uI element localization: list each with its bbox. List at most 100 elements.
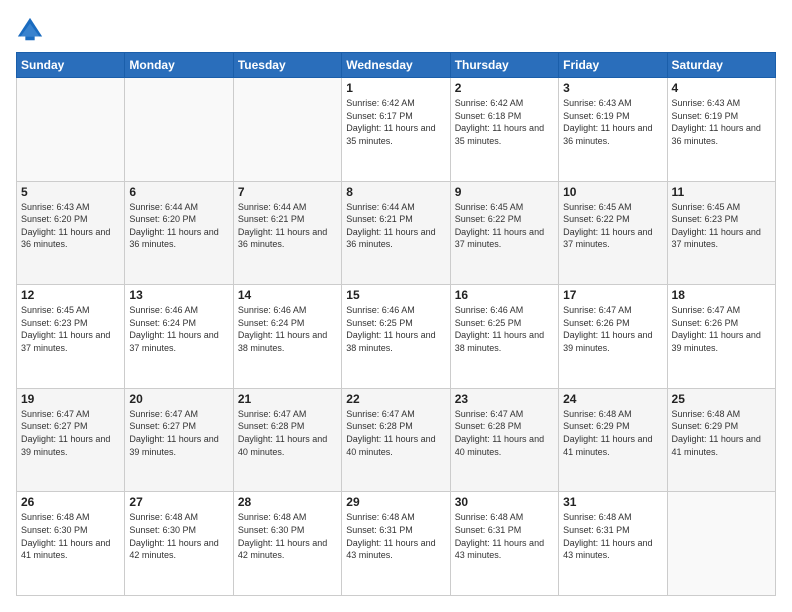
day-cell-23: 23 Sunrise: 6:47 AMSunset: 6:28 PMDayligh… [450,388,558,492]
day-number: 7 [238,185,337,199]
calendar-table: SundayMondayTuesdayWednesdayThursdayFrid… [16,52,776,596]
day-info: Sunrise: 6:48 AMSunset: 6:29 PMDaylight:… [672,408,771,458]
day-info: Sunrise: 6:46 AMSunset: 6:24 PMDaylight:… [129,304,228,354]
day-number: 26 [21,495,120,509]
day-info: Sunrise: 6:46 AMSunset: 6:25 PMDaylight:… [346,304,445,354]
empty-cell [667,492,775,596]
day-number: 23 [455,392,554,406]
day-number: 16 [455,288,554,302]
day-info: Sunrise: 6:48 AMSunset: 6:31 PMDaylight:… [346,511,445,561]
day-cell-14: 14 Sunrise: 6:46 AMSunset: 6:24 PMDayligh… [233,285,341,389]
day-info: Sunrise: 6:45 AMSunset: 6:22 PMDaylight:… [563,201,662,251]
day-info: Sunrise: 6:42 AMSunset: 6:18 PMDaylight:… [455,97,554,147]
day-cell-5: 5 Sunrise: 6:43 AMSunset: 6:20 PMDaylight… [17,181,125,285]
day-cell-15: 15 Sunrise: 6:46 AMSunset: 6:25 PMDayligh… [342,285,450,389]
day-cell-9: 9Sunrise: 6:45 AMSunset: 6:22 PMDaylight… [450,181,558,285]
day-info: Sunrise: 6:44 AMSunset: 6:21 PMDaylight:… [238,201,337,251]
day-number: 20 [129,392,228,406]
day-cell-4: 4Sunrise: 6:43 AMSunset: 6:19 PMDaylight… [667,78,775,182]
day-number: 13 [129,288,228,302]
weekday-header-monday: Monday [125,53,233,78]
day-info: Sunrise: 6:47 AMSunset: 6:28 PMDaylight:… [238,408,337,458]
day-cell-31: 31Sunrise: 6:48 AMSunset: 6:31 PMDayligh… [559,492,667,596]
day-number: 14 [238,288,337,302]
day-number: 2 [455,81,554,95]
day-cell-10: 10 Sunrise: 6:45 AMSunset: 6:22 PMDayligh… [559,181,667,285]
weekday-header-tuesday: Tuesday [233,53,341,78]
day-info: Sunrise: 6:48 AMSunset: 6:31 PMDaylight:… [455,511,554,561]
day-number: 12 [21,288,120,302]
weekday-header-saturday: Saturday [667,53,775,78]
week-row-3: 12 Sunrise: 6:45 AMSunset: 6:23 PMDayligh… [17,285,776,389]
logo [16,16,46,44]
day-cell-13: 13 Sunrise: 6:46 AMSunset: 6:24 PMDayligh… [125,285,233,389]
day-cell-20: 20 Sunrise: 6:47 AMSunset: 6:27 PMDayligh… [125,388,233,492]
day-number: 15 [346,288,445,302]
day-info: Sunrise: 6:47 AMSunset: 6:28 PMDaylight:… [346,408,445,458]
day-cell-22: 22 Sunrise: 6:47 AMSunset: 6:28 PMDayligh… [342,388,450,492]
day-number: 25 [672,392,771,406]
day-info: Sunrise: 6:47 AMSunset: 6:26 PMDaylight:… [563,304,662,354]
day-info: Sunrise: 6:45 AMSunset: 6:23 PMDaylight:… [672,201,771,251]
day-number: 29 [346,495,445,509]
day-cell-28: 28 Sunrise: 6:48 AMSunset: 6:30 PMDayligh… [233,492,341,596]
day-cell-21: 21Sunrise: 6:47 AMSunset: 6:28 PMDayligh… [233,388,341,492]
day-cell-11: 11 Sunrise: 6:45 AMSunset: 6:23 PMDayligh… [667,181,775,285]
day-info: Sunrise: 6:48 AMSunset: 6:30 PMDaylight:… [129,511,228,561]
day-number: 11 [672,185,771,199]
day-cell-6: 6 Sunrise: 6:44 AMSunset: 6:20 PMDaylight… [125,181,233,285]
day-cell-25: 25 Sunrise: 6:48 AMSunset: 6:29 PMDayligh… [667,388,775,492]
weekday-header-wednesday: Wednesday [342,53,450,78]
day-number: 28 [238,495,337,509]
day-info: Sunrise: 6:42 AMSunset: 6:17 PMDaylight:… [346,97,445,147]
empty-cell [125,78,233,182]
day-number: 6 [129,185,228,199]
day-cell-27: 27 Sunrise: 6:48 AMSunset: 6:30 PMDayligh… [125,492,233,596]
day-number: 22 [346,392,445,406]
day-info: Sunrise: 6:44 AMSunset: 6:21 PMDaylight:… [346,201,445,251]
day-number: 8 [346,185,445,199]
logo-icon [16,16,44,44]
day-info: Sunrise: 6:46 AMSunset: 6:24 PMDaylight:… [238,304,337,354]
day-cell-30: 30Sunrise: 6:48 AMSunset: 6:31 PMDayligh… [450,492,558,596]
day-number: 3 [563,81,662,95]
week-row-2: 5 Sunrise: 6:43 AMSunset: 6:20 PMDaylight… [17,181,776,285]
day-number: 5 [21,185,120,199]
day-info: Sunrise: 6:47 AMSunset: 6:28 PMDaylight:… [455,408,554,458]
day-number: 19 [21,392,120,406]
empty-cell [17,78,125,182]
weekday-header-sunday: Sunday [17,53,125,78]
weekday-header-friday: Friday [559,53,667,78]
day-number: 10 [563,185,662,199]
day-info: Sunrise: 6:47 AMSunset: 6:27 PMDaylight:… [129,408,228,458]
weekday-header-thursday: Thursday [450,53,558,78]
day-number: 17 [563,288,662,302]
day-cell-8: 8 Sunrise: 6:44 AMSunset: 6:21 PMDaylight… [342,181,450,285]
day-number: 24 [563,392,662,406]
day-number: 27 [129,495,228,509]
day-info: Sunrise: 6:48 AMSunset: 6:29 PMDaylight:… [563,408,662,458]
day-cell-26: 26 Sunrise: 6:48 AMSunset: 6:30 PMDayligh… [17,492,125,596]
day-cell-16: 16Sunrise: 6:46 AMSunset: 6:25 PMDayligh… [450,285,558,389]
day-info: Sunrise: 6:47 AMSunset: 6:26 PMDaylight:… [672,304,771,354]
day-info: Sunrise: 6:48 AMSunset: 6:30 PMDaylight:… [21,511,120,561]
week-row-1: 1Sunrise: 6:42 AMSunset: 6:17 PMDaylight… [17,78,776,182]
day-cell-24: 24 Sunrise: 6:48 AMSunset: 6:29 PMDayligh… [559,388,667,492]
day-info: Sunrise: 6:44 AMSunset: 6:20 PMDaylight:… [129,201,228,251]
day-cell-1: 1Sunrise: 6:42 AMSunset: 6:17 PMDaylight… [342,78,450,182]
day-info: Sunrise: 6:48 AMSunset: 6:31 PMDaylight:… [563,511,662,561]
day-cell-7: 7 Sunrise: 6:44 AMSunset: 6:21 PMDaylight… [233,181,341,285]
day-cell-17: 17 Sunrise: 6:47 AMSunset: 6:26 PMDayligh… [559,285,667,389]
day-info: Sunrise: 6:43 AMSunset: 6:20 PMDaylight:… [21,201,120,251]
day-info: Sunrise: 6:48 AMSunset: 6:30 PMDaylight:… [238,511,337,561]
week-row-5: 26 Sunrise: 6:48 AMSunset: 6:30 PMDayligh… [17,492,776,596]
day-info: Sunrise: 6:45 AMSunset: 6:23 PMDaylight:… [21,304,120,354]
day-cell-29: 29 Sunrise: 6:48 AMSunset: 6:31 PMDayligh… [342,492,450,596]
day-info: Sunrise: 6:47 AMSunset: 6:27 PMDaylight:… [21,408,120,458]
week-row-4: 19 Sunrise: 6:47 AMSunset: 6:27 PMDayligh… [17,388,776,492]
page: SundayMondayTuesdayWednesdayThursdayFrid… [0,0,792,612]
day-cell-18: 18Sunrise: 6:47 AMSunset: 6:26 PMDayligh… [667,285,775,389]
day-cell-3: 3Sunrise: 6:43 AMSunset: 6:19 PMDaylight… [559,78,667,182]
day-cell-2: 2 Sunrise: 6:42 AMSunset: 6:18 PMDaylight… [450,78,558,182]
day-info: Sunrise: 6:45 AMSunset: 6:22 PMDaylight:… [455,201,554,251]
